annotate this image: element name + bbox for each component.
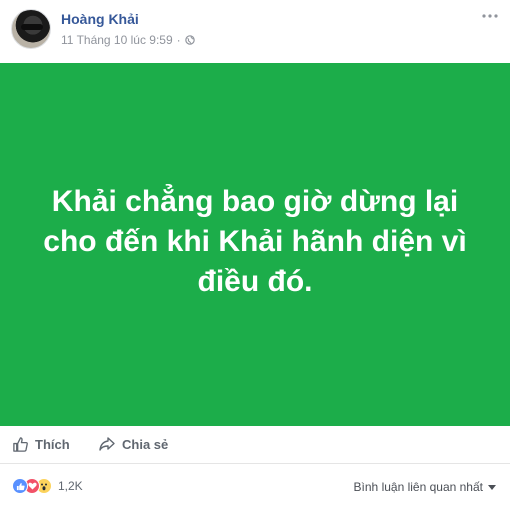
reactions-summary[interactable]: 1,2K — [12, 478, 83, 494]
share-button[interactable]: Chia sẻ — [98, 436, 168, 452]
caret-down-icon — [488, 484, 496, 490]
share-arrow-icon — [99, 437, 115, 451]
like-label: Thích — [35, 437, 70, 452]
post-timestamp[interactable]: 11 Tháng 10 lúc 9:59 — [61, 33, 173, 47]
comment-sort-label: Bình luận liên quan nhất — [353, 480, 483, 494]
share-label: Chia sẻ — [122, 436, 169, 452]
meta-separator: · — [176, 33, 181, 47]
more-options-icon[interactable] — [482, 12, 498, 20]
post-text: Khải chẳng bao giờ dừng lại cho đến khi … — [43, 184, 467, 298]
post-meta: 11 Tháng 10 lúc 9:59 · — [61, 33, 195, 47]
author-name[interactable]: Hoàng Khải — [61, 11, 139, 27]
thumbs-up-icon — [13, 437, 28, 452]
globe-icon[interactable] — [184, 35, 195, 45]
reaction-count[interactable]: 1,2K — [58, 479, 83, 493]
post-footer: 1,2K Bình luận liên quan nhất — [0, 466, 510, 510]
post-actions: Thích Chia sẻ — [0, 426, 510, 464]
like-button[interactable]: Thích — [12, 436, 70, 453]
comment-sort-dropdown[interactable]: Bình luận liên quan nhất — [354, 480, 496, 494]
like-reaction-icon — [12, 478, 28, 494]
post-background-card: Khải chẳng bao giờ dừng lại cho đến khi … — [0, 63, 510, 426]
author-avatar[interactable] — [11, 9, 51, 49]
post-header: Hoàng Khải 11 Tháng 10 lúc 9:59 · — [0, 0, 510, 62]
